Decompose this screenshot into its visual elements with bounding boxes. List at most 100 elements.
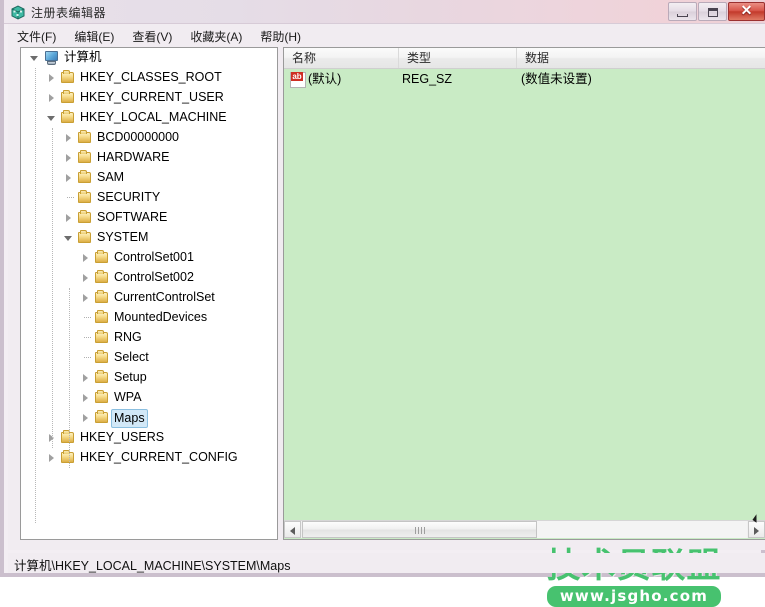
status-bar: 计算机\HKEY_LOCAL_MACHINE\SYSTEM\Maps [8, 553, 765, 573]
grip-icon [415, 527, 425, 534]
menu-bar: 文件(F)编辑(E)查看(V)收藏夹(A)帮助(H) [8, 24, 765, 47]
scroll-left-button[interactable] [284, 521, 301, 538]
tree-item-select[interactable]: Select [21, 348, 277, 368]
tree-item-system[interactable]: SYSTEM [21, 228, 277, 248]
tree-line-icon [78, 328, 94, 348]
chevron-right-icon[interactable] [78, 268, 94, 288]
folder-icon [94, 328, 111, 348]
maximize-icon [708, 8, 718, 17]
menu-view[interactable]: 查看(V) [123, 24, 181, 48]
folder-icon [60, 88, 77, 108]
tree-item-label: 计算机 [61, 48, 105, 67]
chevron-right-icon[interactable] [78, 408, 94, 428]
computer-icon [43, 48, 61, 68]
scrollbar-track[interactable] [537, 521, 747, 538]
scrollbar-thumb[interactable] [302, 521, 537, 538]
chevron-right-icon[interactable] [61, 168, 77, 188]
tree-item-currentcontrolset[interactable]: CurrentControlSet [21, 288, 277, 308]
tree-item-label: Maps [111, 409, 148, 428]
chevron-right-icon[interactable] [78, 368, 94, 388]
cell-data: (数值未设置) [521, 69, 592, 89]
chevron-right-icon[interactable] [44, 448, 60, 468]
menu-file[interactable]: 文件(F) [8, 24, 65, 48]
tree-item-label: ControlSet001 [111, 248, 197, 267]
tree-item-maps[interactable]: Maps [21, 408, 277, 428]
folder-icon [77, 188, 94, 208]
tree-item-label: HKEY_CURRENT_CONFIG [77, 448, 241, 467]
title-bar[interactable]: 注册表编辑器 ✕ [4, 0, 765, 24]
tree-item-wpa[interactable]: WPA [21, 388, 277, 408]
horizontal-scrollbar[interactable] [284, 520, 765, 538]
table-row[interactable]: ab(默认)REG_SZ(数值未设置) [284, 69, 765, 89]
tree-item-label: RNG [111, 328, 145, 347]
folder-icon [94, 288, 111, 308]
column-type[interactable]: 类型 [399, 48, 517, 68]
chevron-right-icon [754, 527, 759, 535]
tree-item-label: CurrentControlSet [111, 288, 218, 307]
tree-item-hardware[interactable]: HARDWARE [21, 148, 277, 168]
minimize-button[interactable] [668, 2, 697, 21]
menu-favorites[interactable]: 收藏夹(A) [181, 24, 251, 48]
tree-item-setup[interactable]: Setup [21, 368, 277, 388]
chevron-right-icon[interactable] [61, 128, 77, 148]
tree-item-hkey-users[interactable]: HKEY_USERS [21, 428, 277, 448]
chevron-right-icon[interactable] [78, 388, 94, 408]
chevron-right-icon[interactable] [61, 208, 77, 228]
tree-item-label: Select [111, 348, 152, 367]
maximize-button[interactable] [698, 2, 727, 21]
tree-item-hkey-current-config[interactable]: HKEY_CURRENT_CONFIG [21, 448, 277, 468]
tree-line-icon [78, 348, 94, 368]
tree-item-hkey-local-machine[interactable]: HKEY_LOCAL_MACHINE [21, 108, 277, 128]
close-icon: ✕ [729, 3, 764, 20]
chevron-right-icon[interactable] [44, 68, 60, 88]
chevron-right-icon[interactable] [44, 88, 60, 108]
folder-icon [94, 308, 111, 328]
tree-item-hkey-current-user[interactable]: HKEY_CURRENT_USER [21, 88, 277, 108]
folder-icon [60, 68, 77, 88]
tree-item-bcd00000000[interactable]: BCD00000000 [21, 128, 277, 148]
scroll-right-button[interactable] [748, 521, 765, 538]
chevron-right-icon[interactable] [61, 148, 77, 168]
tree-guide-line [69, 288, 70, 468]
tree-item-sam[interactable]: SAM [21, 168, 277, 188]
tree-item-mounteddevices[interactable]: MountedDevices [21, 308, 277, 328]
chevron-right-icon[interactable] [78, 288, 94, 308]
tree-item-controlset001[interactable]: ControlSet001 [21, 248, 277, 268]
tree-guide-line [52, 128, 53, 448]
registry-tree-pane[interactable]: 计算机HKEY_CLASSES_ROOTHKEY_CURRENT_USERHKE… [20, 47, 278, 540]
folder-icon [94, 348, 111, 368]
tree-item-label: Setup [111, 368, 150, 387]
tree-line-icon [78, 308, 94, 328]
tree-item-label: HKEY_LOCAL_MACHINE [77, 108, 230, 127]
chevron-down-icon[interactable] [61, 228, 77, 248]
registry-values-list[interactable]: 名称类型数据 ab(默认)REG_SZ(数值未设置) [283, 47, 765, 540]
menu-help[interactable]: 帮助(H) [251, 24, 310, 48]
tree-item-software[interactable]: SOFTWARE [21, 208, 277, 228]
string-value-icon-label: ab [291, 72, 303, 81]
list-column-header[interactable]: 名称类型数据 [284, 48, 765, 69]
status-path: 计算机\HKEY_LOCAL_MACHINE\SYSTEM\Maps [14, 555, 290, 574]
tree-item-hkey-classes-root[interactable]: HKEY_CLASSES_ROOT [21, 68, 277, 88]
column-name[interactable]: 名称 [284, 48, 399, 68]
list-rows: ab(默认)REG_SZ(数值未设置) [284, 69, 765, 89]
watermark-url: www.jsgho.com [547, 586, 721, 607]
folder-icon [77, 148, 94, 168]
close-button[interactable]: ✕ [728, 2, 765, 21]
tree-item-label: SECURITY [94, 188, 163, 207]
chevron-down-icon[interactable] [27, 48, 43, 68]
tree-item-controlset002[interactable]: ControlSet002 [21, 268, 277, 288]
tree-item--[interactable]: 计算机 [21, 48, 277, 68]
chevron-right-icon[interactable] [78, 248, 94, 268]
tree-item-label: SYSTEM [94, 228, 151, 247]
tree-item-label: BCD00000000 [94, 128, 182, 147]
window-title: 注册表编辑器 [31, 4, 106, 21]
folder-icon [77, 208, 94, 228]
tree-item-label: SOFTWARE [94, 208, 170, 227]
folder-icon [94, 408, 111, 428]
column-data[interactable]: 数据 [517, 48, 765, 68]
menu-edit[interactable]: 编辑(E) [65, 24, 123, 48]
chevron-down-icon[interactable] [44, 108, 60, 128]
tree-item-label: ControlSet002 [111, 268, 197, 287]
tree-item-security[interactable]: SECURITY [21, 188, 277, 208]
tree-item-rng[interactable]: RNG [21, 328, 277, 348]
